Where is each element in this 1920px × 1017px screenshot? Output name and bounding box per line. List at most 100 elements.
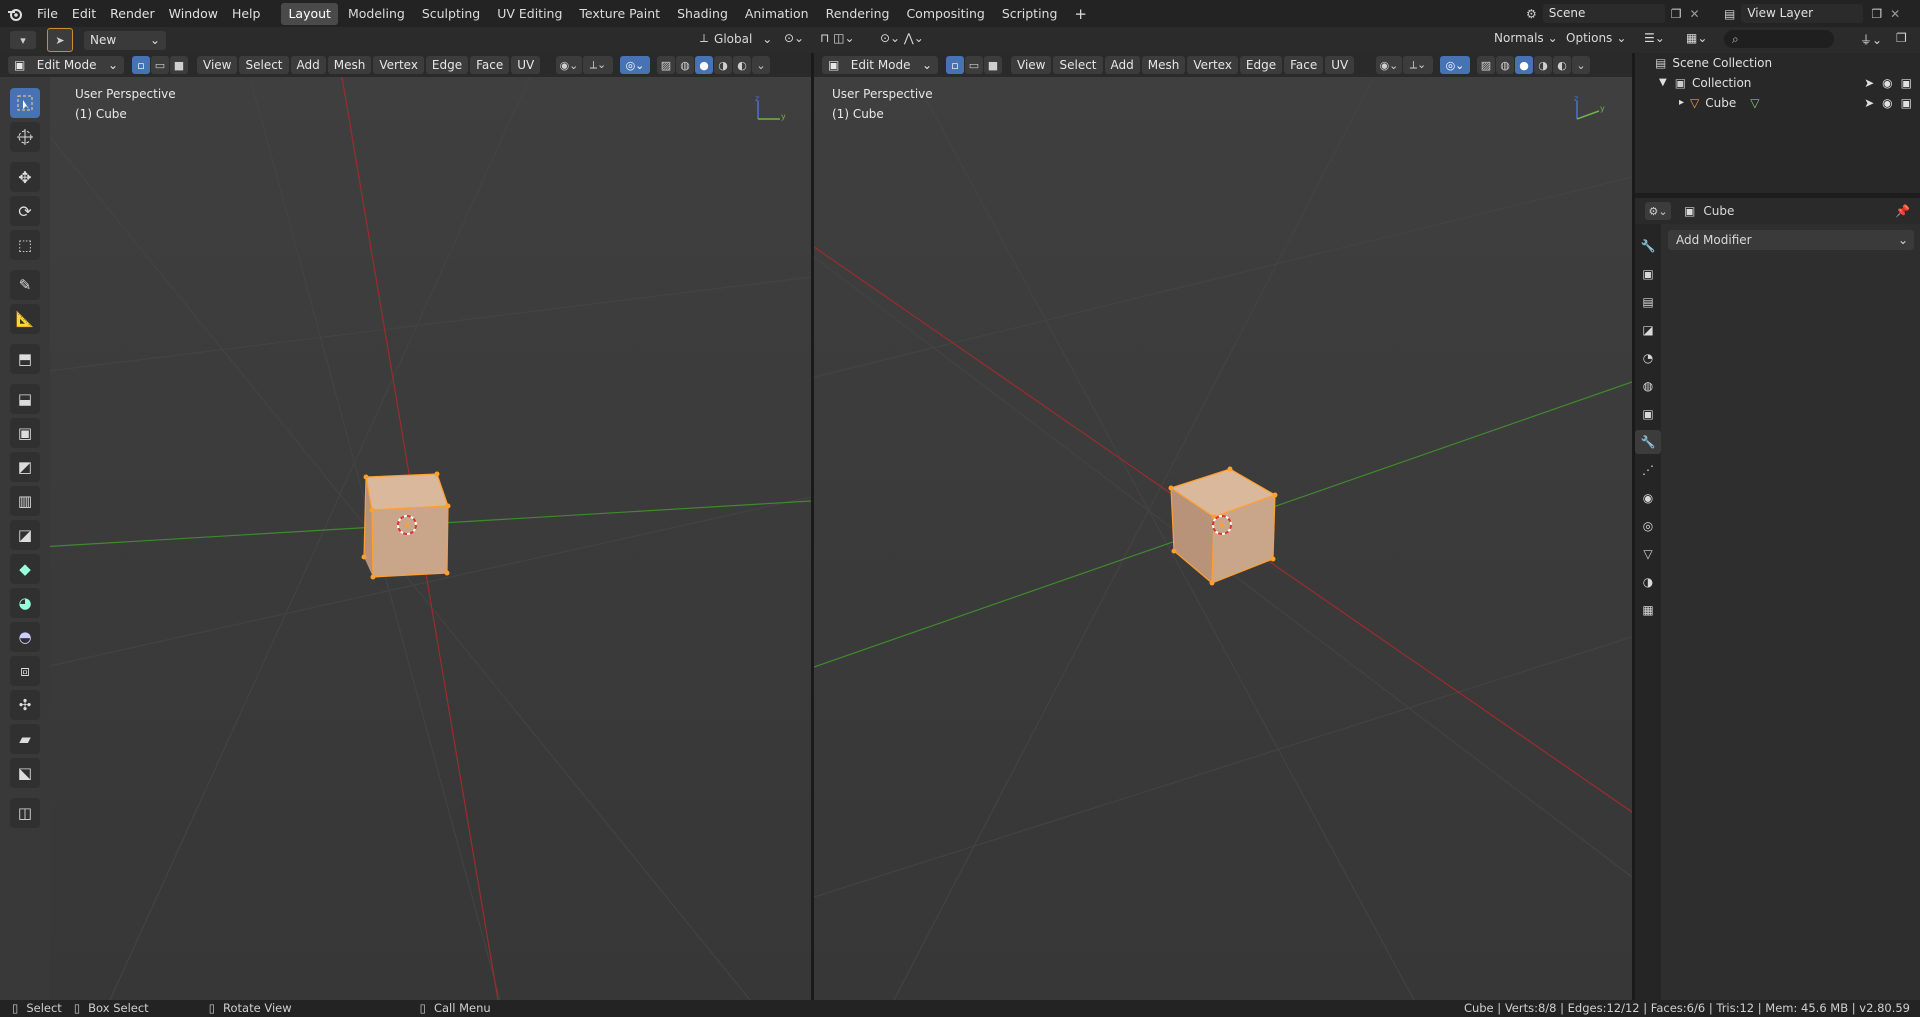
- right-menu-select[interactable]: Select: [1053, 56, 1103, 74]
- material-shading-icon[interactable]: ◑: [714, 56, 732, 74]
- outliner-row-scene-collection[interactable]: ▤ Scene Collection: [1635, 53, 1920, 73]
- edge-select-icon[interactable]: ▭: [151, 56, 169, 74]
- wireframe-shading-icon[interactable]: ◍: [1496, 56, 1514, 74]
- scene-tab-icon[interactable]: ◔: [1635, 346, 1661, 370]
- tab-shading[interactable]: Shading: [670, 3, 735, 25]
- left-navigation-gizmo[interactable]: zy: [750, 94, 790, 128]
- right-viewport[interactable]: User Perspective (1) Cube zy: [814, 77, 1632, 1000]
- visibility-icon[interactable]: ◉⌄: [1376, 56, 1402, 74]
- snap-toggle[interactable]: ⊓ ◫⌄: [820, 31, 855, 45]
- face-select-icon[interactable]: ■: [984, 56, 1002, 74]
- physics-tab-icon[interactable]: ◉: [1635, 486, 1661, 510]
- constraints-tab-icon[interactable]: ◎: [1635, 514, 1661, 538]
- gizmo-icon[interactable]: ⟂⌄: [1403, 56, 1433, 74]
- add-modifier-dropdown[interactable]: Add Modifier ⌄: [1668, 230, 1914, 250]
- outliner-display-mode[interactable]: ☰⌄: [1644, 31, 1665, 45]
- vertex-select-icon[interactable]: ▫: [946, 56, 964, 74]
- normals-dropdown[interactable]: Normals ⌄: [1494, 31, 1558, 45]
- view-layer-tab-icon[interactable]: ◪: [1635, 318, 1661, 342]
- transform-orientation[interactable]: ⟂ Global ⌄: [700, 31, 772, 46]
- right-menu-vertex[interactable]: Vertex: [1187, 56, 1238, 74]
- rendered-shading-icon[interactable]: ◐: [733, 56, 751, 74]
- tab-layout[interactable]: Layout: [281, 2, 338, 25]
- close-scene-icon[interactable]: ✕: [1690, 7, 1700, 21]
- options-dropdown[interactable]: Options ⌄: [1566, 31, 1626, 45]
- world-tab-icon[interactable]: ◍: [1635, 374, 1661, 398]
- eye-icon[interactable]: ◉: [1882, 73, 1892, 93]
- render-tab-icon[interactable]: ▣: [1635, 262, 1661, 286]
- shrink-fatten-tool-icon[interactable]: ✣: [10, 690, 40, 720]
- select-toggle-icon[interactable]: ➤: [1864, 73, 1874, 93]
- solid-shading-icon[interactable]: ●: [695, 56, 713, 74]
- new-dropdown[interactable]: New ⌄: [84, 30, 166, 50]
- left-menu-mesh[interactable]: Mesh: [327, 56, 372, 74]
- transform-tool-icon[interactable]: ◫: [10, 798, 40, 828]
- pin-icon[interactable]: 📌: [1895, 204, 1910, 218]
- tab-animation[interactable]: Animation: [738, 3, 816, 25]
- tab-rendering[interactable]: Rendering: [819, 3, 897, 25]
- overlay-icon[interactable]: ◎⌄: [620, 56, 650, 74]
- properties-editor-icon[interactable]: ⚙⌄: [1645, 202, 1671, 220]
- tab-scripting[interactable]: Scripting: [995, 3, 1065, 25]
- expand-arrow-icon[interactable]: ▼: [1659, 73, 1667, 93]
- left-menu-edge[interactable]: Edge: [425, 56, 469, 74]
- shading-options-icon[interactable]: ⌄: [1572, 56, 1590, 74]
- new-scene-icon[interactable]: ❐: [1671, 7, 1682, 21]
- left-mode-dropdown[interactable]: ▣ Edit Mode ⌄: [8, 56, 124, 74]
- scale-tool-icon[interactable]: ⬚: [10, 230, 40, 260]
- camera-icon[interactable]: ▣: [1901, 93, 1912, 113]
- menu-help[interactable]: Help: [225, 0, 268, 27]
- pivot-point[interactable]: ⊙⌄: [784, 31, 804, 45]
- shear-tool-icon[interactable]: ▰: [10, 724, 40, 754]
- right-menu-uv[interactable]: UV: [1325, 56, 1355, 74]
- right-mode-dropdown[interactable]: ▣ Edit Mode ⌄: [822, 56, 938, 74]
- overlay-icon[interactable]: ◎⌄: [1440, 56, 1470, 74]
- left-menu-uv[interactable]: UV: [511, 56, 541, 74]
- xray-icon[interactable]: ▨: [657, 56, 675, 74]
- select-box-tool-icon[interactable]: [10, 88, 40, 118]
- left-menu-select[interactable]: Select: [239, 56, 289, 74]
- mesh-data-icon[interactable]: ▽: [1750, 93, 1759, 113]
- right-navigation-gizmo[interactable]: zy: [1569, 94, 1609, 128]
- vertex-select-icon[interactable]: ▫: [132, 56, 150, 74]
- new-collection-button[interactable]: ❐: [1896, 31, 1907, 45]
- right-menu-mesh[interactable]: Mesh: [1141, 56, 1186, 74]
- outliner-row-cube[interactable]: ▸ ▽ Cube ▽ ➤ ◉ ▣: [1635, 93, 1920, 113]
- proportional-edit[interactable]: ⊙⌄ ⋀⌄: [880, 31, 924, 45]
- visibility-icon[interactable]: ◉⌄: [556, 56, 582, 74]
- right-viewport-scene[interactable]: [814, 77, 1632, 1000]
- left-menu-vertex[interactable]: Vertex: [373, 56, 424, 74]
- extrude-tool-icon[interactable]: ⬓: [10, 384, 40, 414]
- particles-tab-icon[interactable]: ⋰: [1635, 458, 1661, 482]
- move-tool-icon[interactable]: ✥: [10, 162, 40, 192]
- spin-tool-icon[interactable]: ◕: [10, 588, 40, 618]
- active-tool-icon[interactable]: ➤: [47, 28, 73, 52]
- view-layer-field[interactable]: View Layer: [1741, 4, 1864, 23]
- loop-cut-tool-icon[interactable]: ▥: [10, 486, 40, 516]
- inset-tool-icon[interactable]: ▣: [10, 418, 40, 448]
- select-toggle-icon[interactable]: ➤: [1864, 93, 1874, 113]
- left-menu-view[interactable]: View: [197, 56, 238, 74]
- left-viewport-scene[interactable]: [50, 77, 811, 1000]
- data-tab-icon[interactable]: ▽: [1635, 542, 1661, 566]
- menu-window[interactable]: Window: [162, 0, 225, 27]
- tab-compositing[interactable]: Compositing: [899, 3, 991, 25]
- editor-type-icon[interactable]: ▾: [10, 31, 36, 49]
- rendered-shading-icon[interactable]: ◐: [1553, 56, 1571, 74]
- expand-arrow-icon[interactable]: ▸: [1679, 93, 1684, 113]
- gizmo-icon[interactable]: ⟂⌄: [583, 56, 613, 74]
- shading-options-icon[interactable]: ⌄: [752, 56, 770, 74]
- eye-icon[interactable]: ◉: [1882, 93, 1892, 113]
- smooth-tool-icon[interactable]: ◓: [10, 622, 40, 652]
- scene-selector[interactable]: ⚙ Scene ❐ ✕: [1526, 4, 1700, 23]
- blender-logo-icon[interactable]: [0, 0, 30, 27]
- add-cube-tool-icon[interactable]: ⬒: [10, 344, 40, 374]
- menu-edit[interactable]: Edit: [65, 0, 103, 27]
- knife-tool-icon[interactable]: ◪: [10, 520, 40, 550]
- outliner-search-input[interactable]: ⌕: [1724, 30, 1834, 48]
- tab-sculpting[interactable]: Sculpting: [415, 3, 487, 25]
- modifier-tab-icon[interactable]: 🔧: [1635, 430, 1661, 454]
- outliner-row-collection[interactable]: ▼ ▣ Collection ➤ ◉ ▣: [1635, 73, 1920, 93]
- left-viewport[interactable]: User Perspective (1) Cube zy: [50, 77, 811, 1000]
- cursor-tool-icon[interactable]: [10, 122, 40, 152]
